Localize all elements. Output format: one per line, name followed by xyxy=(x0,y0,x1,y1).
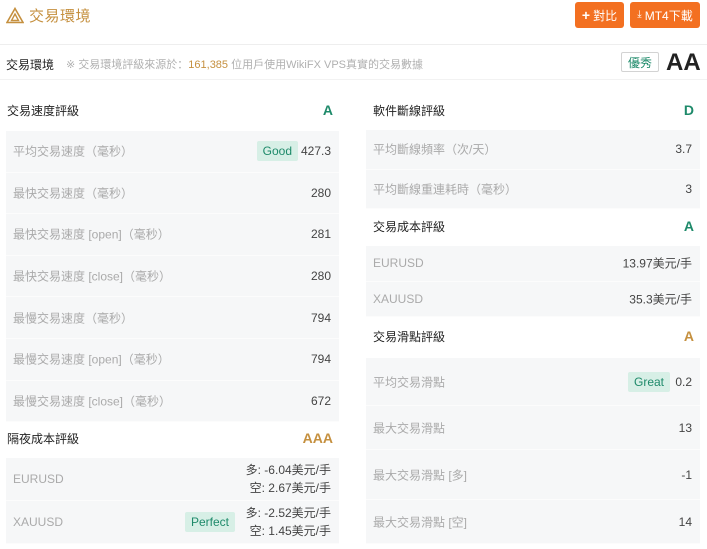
row-name: 最大交易滑點 xyxy=(373,421,446,435)
row-value: 13 xyxy=(678,420,692,435)
row-value: 35.3美元/手 xyxy=(629,292,692,307)
mt4-download-button[interactable]: ⤓ MT4下載 xyxy=(630,2,700,28)
compare-button[interactable]: + 對比 xyxy=(575,2,624,28)
slippage-grade: A xyxy=(683,328,694,344)
row-name: 最慢交易速度 [open]（毫秒） xyxy=(13,352,170,367)
disconnect-row: 平均斷線重連耗時（毫秒） 3 xyxy=(366,170,700,209)
row-name: 平均交易滑點 xyxy=(373,375,446,389)
row-value: 14 xyxy=(678,514,692,529)
cost-grade: A xyxy=(683,218,694,234)
speed-row: 最快交易速度（毫秒） 280 xyxy=(6,173,339,215)
cost-title: 交易成本評級 xyxy=(373,219,446,234)
cost-section-header: 交易成本評級 A xyxy=(361,211,700,241)
disconnect-panel: 平均斷線頻率（次/天） 3.7 平均斷線重連耗時（毫秒） 3 xyxy=(366,130,700,209)
environment-note: ※ 交易環境評級來源於：161,385 位用戶使用WikiFX VPS真實的交易… xyxy=(66,56,423,72)
row-value: 672 xyxy=(310,393,331,408)
user-count: 161,385 xyxy=(188,59,229,71)
disconnect-title: 軟件斷線評級 xyxy=(373,103,446,118)
row-name: 平均斷線重連耗時（毫秒） xyxy=(373,182,518,197)
speed-grade: A xyxy=(322,102,333,118)
slippage-section-header: 交易滑點評級 A xyxy=(361,321,700,351)
speed-row: 最慢交易速度 [open]（毫秒） 794 xyxy=(6,339,339,381)
row-value: 多: -6.04美元/手 空: 2.67美元/手 xyxy=(246,461,331,497)
environment-summary: 交易環境 ※ 交易環境評級來源於：161,385 位用戶使用WikiFX VPS… xyxy=(0,45,707,79)
slippage-title: 交易滑點評級 xyxy=(373,329,446,344)
cost-row: XAUUSD 35.3美元/手 xyxy=(366,282,700,317)
great-tag: Great xyxy=(627,371,670,392)
row-name: XAUUSD xyxy=(13,515,64,529)
speed-title: 交易速度評級 xyxy=(7,103,80,118)
row-value: 280 xyxy=(310,185,331,200)
divider xyxy=(0,79,707,80)
row-value: -1 xyxy=(681,467,692,482)
speed-row: 最慢交易速度 [close]（毫秒） 672 xyxy=(6,381,339,423)
row-name: XAUUSD xyxy=(373,291,424,306)
speed-panel: 平均交易速度（毫秒） Good 427.3 最快交易速度（毫秒） 280 最快交… xyxy=(6,131,339,423)
note-prefix: ※ 交易環境評級來源於： xyxy=(66,59,189,71)
triangle-logo-icon xyxy=(6,6,24,23)
speed-row: 平均交易速度（毫秒） Good 427.3 xyxy=(6,131,339,173)
overnight-row: XAUUSD Perfect 多: -2.52美元/手 空: 1.45美元/手 xyxy=(6,501,339,544)
slippage-row: 平均交易滑點 Great 0.2 xyxy=(366,358,700,406)
row-value: 多: -2.52美元/手 空: 1.45美元/手 xyxy=(246,504,331,540)
overnight-row: EURUSD 多: -6.04美元/手 空: 2.67美元/手 xyxy=(6,458,339,501)
good-tag: Good xyxy=(256,141,298,162)
overnight-title: 隔夜成本評級 xyxy=(7,431,80,446)
row-value: 3.7 xyxy=(675,142,692,157)
slippage-row: 最大交易滑點 [空] 14 xyxy=(366,500,700,544)
row-name: EURUSD xyxy=(373,256,424,271)
speed-row: 最快交易速度 [close]（毫秒） 280 xyxy=(6,256,339,298)
top-bar: 交易環境 + 對比 ⤓ MT4下載 xyxy=(0,0,707,34)
overnight-grade: AAA xyxy=(302,430,333,446)
overnight-section-header: 隔夜成本評級 AAA xyxy=(0,423,339,453)
disconnect-section-header: 軟件斷線評級 D xyxy=(361,95,700,125)
disconnect-grade: D xyxy=(683,102,694,118)
row-name: 平均斷線頻率（次/天） xyxy=(373,142,497,157)
download-icon: ⤓ xyxy=(637,9,642,20)
environment-badge: 優秀 xyxy=(621,52,659,72)
slippage-panel: 平均交易滑點 Great 0.2 最大交易滑點 13 最大交易滑點 [多] -1… xyxy=(366,358,700,544)
overnight-panel: EURUSD 多: -6.04美元/手 空: 2.67美元/手 XAUUSD Pe… xyxy=(6,458,339,544)
row-value: 3 xyxy=(685,181,692,196)
row-name: 最慢交易速度（毫秒） xyxy=(13,311,134,326)
page-title: 交易環境 xyxy=(29,8,92,25)
environment-grade: AA xyxy=(666,49,701,76)
row-name: 最快交易速度（毫秒） xyxy=(13,186,134,201)
long-cost: 多: -2.52美元/手 xyxy=(245,506,331,520)
row-name: 最大交易滑點 [多] xyxy=(373,468,468,482)
perfect-tag: Perfect xyxy=(184,512,235,532)
row-value: 280 xyxy=(310,269,331,284)
row-value: 427.3 xyxy=(300,144,331,159)
section-title-wrap: 交易環境 xyxy=(6,5,91,26)
speed-section-header: 交易速度評級 A xyxy=(0,95,339,125)
row-name: 最快交易速度 [close]（毫秒） xyxy=(13,269,172,284)
slippage-row: 最大交易滑點 [多] -1 xyxy=(366,450,700,500)
plus-icon: + xyxy=(581,7,591,23)
row-name: 平均交易速度（毫秒） xyxy=(13,144,134,159)
row-value: 794 xyxy=(310,352,331,367)
row-name: 最大交易滑點 [空] xyxy=(373,515,468,529)
speed-row: 最慢交易速度（毫秒） 794 xyxy=(6,297,339,339)
long-cost: 多: -6.04美元/手 xyxy=(245,463,331,477)
compare-label: 對比 xyxy=(593,8,618,23)
row-value: 0.2 xyxy=(675,374,692,389)
speed-row: 最快交易速度 [open]（毫秒） 281 xyxy=(6,214,339,256)
row-name: EURUSD xyxy=(13,472,64,486)
disconnect-row: 平均斷線頻率（次/天） 3.7 xyxy=(366,130,700,170)
short-cost: 空: 2.67美元/手 xyxy=(249,481,331,495)
row-value: 281 xyxy=(310,227,331,242)
cost-panel: EURUSD 13.97美元/手 XAUUSD 35.3美元/手 xyxy=(366,246,700,317)
row-name: 最慢交易速度 [close]（毫秒） xyxy=(13,394,172,409)
note-suffix: 位用戶使用WikiFX VPS真實的交易數據 xyxy=(228,59,423,71)
row-name: 最快交易速度 [open]（毫秒） xyxy=(13,227,170,242)
row-value: 13.97美元/手 xyxy=(622,256,692,271)
row-value: 794 xyxy=(310,310,331,325)
environment-label: 交易環境 xyxy=(6,58,55,72)
short-cost: 空: 1.45美元/手 xyxy=(249,524,331,538)
slippage-row: 最大交易滑點 13 xyxy=(366,406,700,450)
cost-row: EURUSD 13.97美元/手 xyxy=(366,246,700,282)
mt4-label: MT4下載 xyxy=(644,8,693,23)
